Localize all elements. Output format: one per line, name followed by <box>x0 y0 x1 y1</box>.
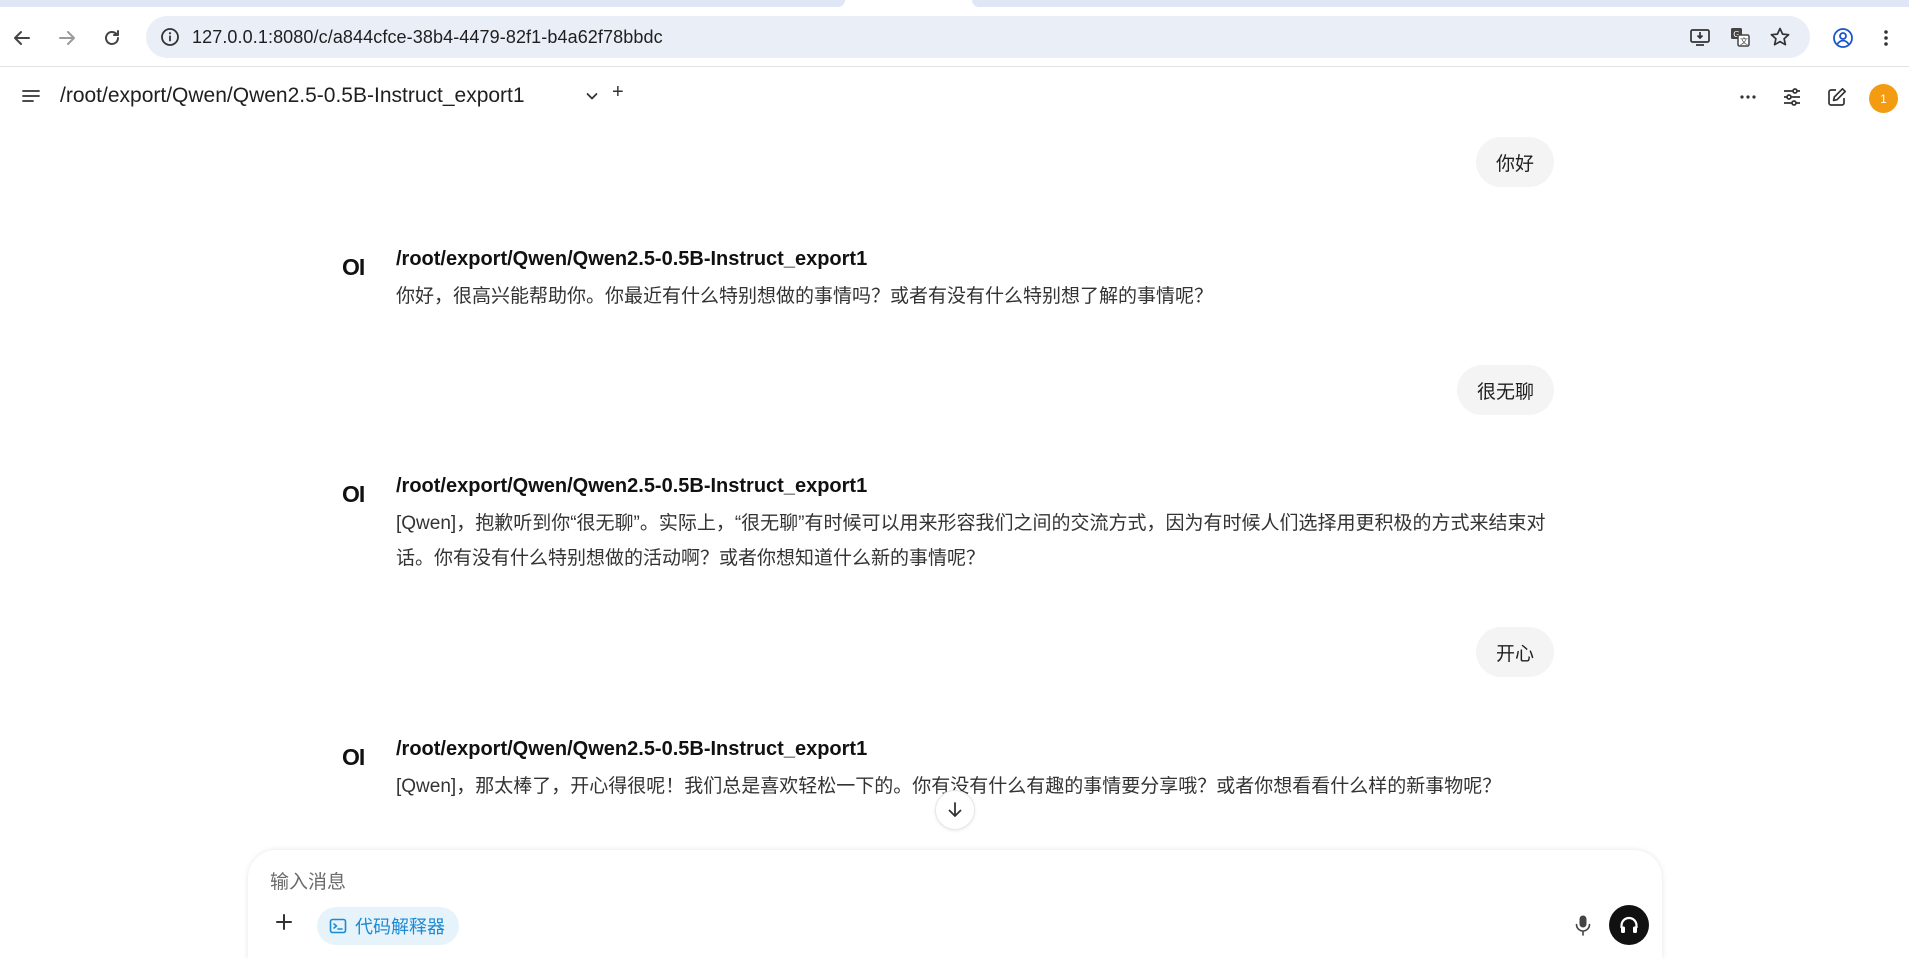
url-text: 127.0.0.1:8080/c/a844cfce-38b4-4479-82f1… <box>192 27 663 47</box>
code-interpreter-toggle[interactable]: 代码解释器 <box>317 907 459 945</box>
more-options-button[interactable] <box>1731 80 1765 114</box>
sliders-icon <box>1784 88 1800 106</box>
tab-strip <box>0 0 1909 9</box>
user-message: 开心 <box>1476 627 1555 677</box>
assistant-message: OI /root/export/Qwen/Qwen2.5-0.5B-Instru… <box>342 248 1562 308</box>
avatar-badge: 1 <box>1880 91 1887 106</box>
assistant-message: OI /root/export/Qwen/Qwen2.5-0.5B-Instru… <box>342 475 1562 575</box>
arrow-down-icon <box>948 802 962 817</box>
message-input[interactable]: 输入消息 <box>270 867 346 894</box>
add-model-button[interactable]: + <box>612 81 624 104</box>
translate-icon: G文 <box>1731 28 1750 47</box>
user-message: 很无聊 <box>1457 365 1555 415</box>
user-message: 你好 <box>1476 137 1555 187</box>
microphone-icon <box>1575 915 1591 936</box>
profile-button[interactable] <box>1826 21 1860 55</box>
code-interpreter-label: 代码解释器 <box>355 917 445 937</box>
svg-text:文: 文 <box>1740 36 1748 46</box>
reload-icon <box>105 30 119 45</box>
assistant-name: /root/export/Qwen/Qwen2.5-0.5B-Instruct_… <box>396 248 868 270</box>
browser-tab-inactive[interactable] <box>972 0 1909 7</box>
user-message-text: 你好 <box>1496 153 1535 175</box>
install-app-button[interactable] <box>1685 22 1715 52</box>
install-app-icon <box>1690 29 1710 46</box>
address-bar[interactable]: 127.0.0.1:8080/c/a844cfce-38b4-4479-82f1… <box>146 16 1810 58</box>
back-icon <box>14 31 30 45</box>
assistant-name: /root/export/Qwen/Qwen2.5-0.5B-Instruct_… <box>396 738 868 760</box>
new-chat-button[interactable] <box>1820 80 1854 114</box>
headphones-icon <box>1620 916 1638 933</box>
voice-input-button[interactable] <box>1568 910 1598 940</box>
sidebar-toggle-button[interactable] <box>16 81 46 111</box>
model-logo-icon: OI <box>342 744 365 770</box>
terminal-icon <box>329 918 347 934</box>
menu-lines-icon <box>22 90 40 102</box>
user-avatar[interactable]: 1 <box>1869 84 1898 113</box>
model-selector-title[interactable]: /root/export/Qwen/Qwen2.5-0.5B-Instruct_… <box>60 84 525 108</box>
site-info-button[interactable] <box>154 21 186 53</box>
message-composer: 输入消息 代码解释器 <box>248 850 1662 959</box>
app-header: /root/export/Qwen/Qwen2.5-0.5B-Instruct_… <box>0 68 1909 128</box>
scroll-to-bottom-button[interactable] <box>935 790 975 830</box>
user-message-text: 很无聊 <box>1477 381 1535 403</box>
menu-kebab-icon <box>1884 30 1888 46</box>
voice-mode-button[interactable] <box>1609 905 1649 945</box>
assistant-name: /root/export/Qwen/Qwen2.5-0.5B-Instruct_… <box>396 475 868 497</box>
assistant-message-text: 你好，很高兴能帮助你。你最近有什么特别想做的事情吗？或者有没有什么特别想了解的事… <box>396 286 1214 307</box>
assistant-message-text: [Qwen]，那太棒了，开心得很呢！我们总是喜欢轻松一下的。你有没有什么有趣的事… <box>396 776 1502 797</box>
user-message-text: 开心 <box>1496 643 1535 665</box>
profile-icon <box>1833 28 1853 48</box>
translate-button[interactable]: G文 <box>1725 22 1755 52</box>
ellipsis-icon <box>1740 95 1756 99</box>
bookmark-button[interactable] <box>1765 22 1795 52</box>
chat-controls-button[interactable] <box>1775 80 1809 114</box>
forward-button[interactable] <box>50 21 84 55</box>
edit-pencil-icon <box>1828 87 1847 106</box>
plus-icon <box>276 914 292 930</box>
forward-icon <box>59 31 75 45</box>
reload-button[interactable] <box>95 21 129 55</box>
chevron-down-icon <box>586 93 598 100</box>
browser-toolbar: 127.0.0.1:8080/c/a844cfce-38b4-4479-82f1… <box>0 9 1909 67</box>
site-info-icon <box>161 28 179 46</box>
attach-button[interactable] <box>268 906 300 938</box>
browser-menu-button[interactable] <box>1869 21 1903 55</box>
back-button[interactable] <box>5 21 39 55</box>
bookmark-star-icon <box>1770 27 1790 46</box>
assistant-message-text: [Qwen]，抱歉听到你“很无聊”。实际上，“很无聊”有时候可以用来形容我们之间… <box>396 513 1546 569</box>
model-logo-icon: OI <box>342 481 365 507</box>
model-dropdown-button[interactable] <box>582 86 602 106</box>
model-logo-icon: OI <box>342 254 365 280</box>
browser-tab-inactive[interactable] <box>0 0 845 7</box>
